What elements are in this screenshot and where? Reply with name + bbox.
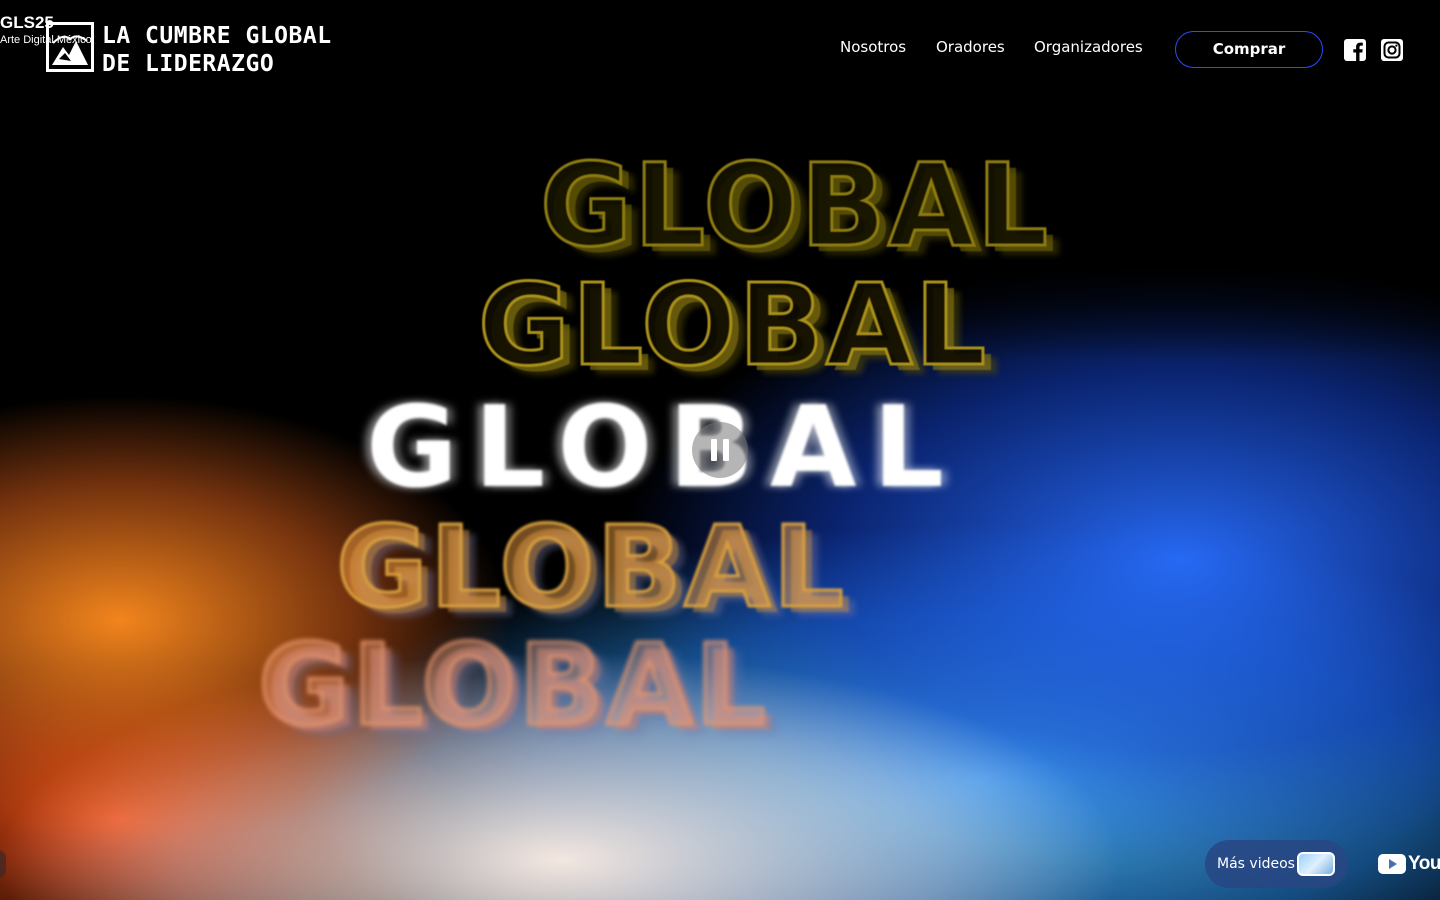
instagram-icon[interactable]	[1380, 38, 1404, 62]
pause-button[interactable]	[692, 422, 748, 478]
logo-line-1: LA CUMBRE GLOBAL	[102, 23, 332, 49]
scroll-handle[interactable]	[0, 850, 6, 878]
hero-video[interactable]: GLOBAL GLOBAL GLOBAL GLOBAL GLOBAL GLS25…	[0, 0, 1440, 900]
youtube-logo[interactable]: YouTube	[1378, 852, 1440, 878]
youtube-label: YouTube	[1408, 853, 1440, 874]
global-word-4: GLOBAL	[335, 503, 846, 633]
global-word-2: GLOBAL	[477, 261, 988, 391]
global-word-1: GLOBAL	[539, 139, 1050, 273]
youtube-play-icon	[1378, 854, 1406, 874]
nav-oradores[interactable]: Oradores	[936, 38, 1005, 56]
global-word-5: GLOBAL	[257, 621, 768, 751]
more-videos-label: Más videos	[1217, 856, 1295, 872]
nav-nosotros[interactable]: Nosotros	[840, 38, 906, 56]
logo-mountain-icon[interactable]	[46, 22, 94, 72]
facebook-icon[interactable]	[1343, 38, 1367, 62]
logo-line-2: DE LIDERAZGO	[102, 51, 275, 77]
video-thumbnail-icon	[1297, 852, 1335, 876]
site-logo[interactable]: LA CUMBRE GLOBAL DE LIDERAZGO	[102, 22, 332, 78]
more-videos-button[interactable]: Más videos	[1205, 840, 1348, 888]
pause-icon-left	[711, 439, 717, 461]
pause-icon-right	[723, 439, 729, 461]
buy-button[interactable]: Comprar	[1175, 31, 1323, 68]
global-word-3: GLOBAL	[366, 383, 960, 513]
nav-organizadores[interactable]: Organizadores	[1034, 38, 1143, 56]
